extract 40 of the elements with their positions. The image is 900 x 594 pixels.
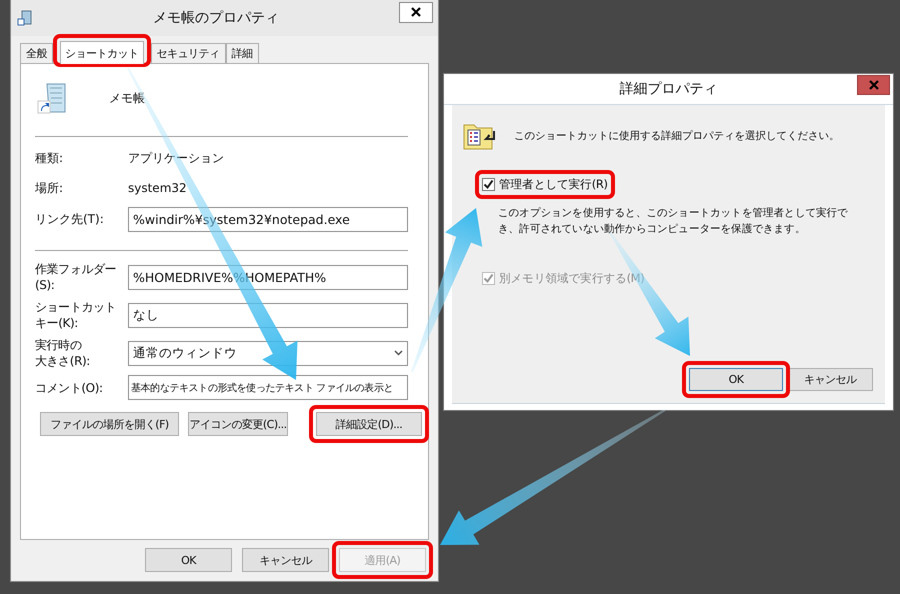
- field-label: 大きさ(R):: [35, 353, 90, 369]
- dialog-button[interactable]: ファイルの場所を開く(F): [40, 412, 179, 436]
- option-description: このオプションを使用すると、このショートカットを管理者として実行でき、許可されていない動作からコンピューターを保護できます。: [498, 206, 849, 237]
- field-label: 場所:: [35, 180, 64, 196]
- field-label: ショートカット: [35, 299, 116, 315]
- checkbox[interactable]: [482, 178, 495, 191]
- field-label: 作業フォルダー: [35, 261, 116, 277]
- tab[interactable]: ショートカット: [60, 41, 144, 64]
- tab[interactable]: 全般: [20, 43, 53, 63]
- field-label: キー(K):: [35, 315, 78, 331]
- dialog-button[interactable]: キャンセル: [787, 368, 873, 391]
- dialog-button[interactable]: OK: [689, 368, 783, 391]
- input-field[interactable]: なし: [128, 302, 408, 328]
- app-name: メモ帳: [109, 90, 145, 106]
- target-field[interactable]: %windir%¥system32¥notepad.exe: [128, 207, 408, 232]
- close-button[interactable]: [399, 2, 433, 22]
- dialog-button[interactable]: アイコンの変更(C)...: [188, 412, 288, 436]
- close-icon: [868, 80, 878, 90]
- dialog-button[interactable]: キャンセル: [242, 548, 329, 572]
- input-field[interactable]: %HOMEDRIVE%%HOMEPATH%: [128, 264, 408, 290]
- close-icon: [411, 7, 421, 17]
- tab[interactable]: 詳細: [226, 43, 258, 63]
- dialog-button[interactable]: OK: [145, 548, 232, 572]
- field-value: アプリケーション: [128, 150, 225, 166]
- comment-field[interactable]: 基本的なテキストの形式を使ったテキスト ファイルの表示と: [128, 375, 408, 400]
- field-label: (S):: [35, 277, 54, 293]
- dialog-button[interactable]: 詳細設定(D)...: [316, 412, 422, 436]
- tab[interactable]: セキュリティ: [150, 43, 226, 63]
- field-label: コメント(O):: [35, 380, 103, 396]
- dropdown[interactable]: 通常のウィンドウ: [128, 340, 408, 366]
- window-title: メモ帳のプロパティ: [152, 9, 280, 27]
- field-label: 種類:: [35, 150, 64, 166]
- window-title: 詳細プロパティ: [618, 80, 718, 98]
- field-label: リンク先(T):: [35, 211, 105, 228]
- notepad-icon: [17, 10, 33, 26]
- prompt-text: このショートカットに使用する詳細プロパティを選択してください。: [514, 129, 840, 143]
- field-value: system32: [128, 180, 188, 197]
- field-label: 実行時の: [35, 337, 82, 353]
- chevron-icon: [394, 350, 403, 356]
- checkbox-option[interactable]: 管理者として実行(R): [482, 177, 608, 192]
